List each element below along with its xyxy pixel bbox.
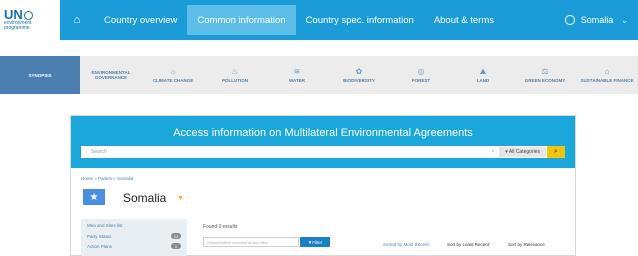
finance-icon: ⌂ — [604, 67, 610, 76]
sort-relevance[interactable]: Sort by Relevance — [508, 242, 545, 247]
category-select[interactable]: ▾ All Categories — [499, 147, 546, 157]
mea-panel: Access information on Multilateral Envir… — [70, 115, 576, 256]
topic-environmental-governance[interactable]: ENVIRONMENTAL GOVERNANCE — [80, 56, 142, 94]
search-icon[interactable]: ⌕ — [547, 146, 565, 158]
country-selector[interactable]: Somalia ⌄ — [564, 15, 638, 25]
sidebar-title[interactable]: Mea and Sites list — [87, 223, 123, 228]
nav-common-information[interactable]: Common information — [187, 5, 296, 35]
logo-subtitle-2: programme — [4, 25, 30, 31]
results-count: Found 0 results — [203, 224, 238, 230]
filter-button[interactable]: ▼ Filter — [300, 237, 330, 247]
forest-icon: ◎ — [417, 67, 425, 76]
flag-star-icon: ★ — [89, 191, 99, 203]
topic-forest[interactable]: ◎ FOREST — [390, 56, 452, 94]
sidebar-item-action-plans[interactable]: Action Plans — [87, 244, 112, 249]
search-bar: Search × ▾ All Categories ⌕ — [81, 146, 565, 158]
home-icon[interactable]: ⌂ — [60, 0, 94, 40]
sidebar-item-party-status[interactable]: Party Status — [87, 234, 112, 239]
topic-water[interactable]: ≋ WATER — [266, 56, 328, 94]
globe-icon — [564, 15, 575, 25]
topic-biodiversity[interactable]: ✿ BIODIVERSITY — [328, 56, 390, 94]
sort-most-recent[interactable]: Sorted by Most Recent — [383, 242, 429, 247]
filter-input[interactable]: Search within documents and files — [203, 237, 299, 247]
topic-climate-change[interactable]: ☼ CLIMATE CHANGE — [142, 56, 204, 94]
un-emblem-icon — [23, 11, 33, 21]
page-title: Somalia — [123, 191, 167, 205]
hero-title: Access information on Multilateral Envir… — [173, 127, 473, 139]
topic-land[interactable]: ⛰ LAND — [452, 56, 514, 94]
caret-down-icon[interactable]: ▼ — [177, 195, 184, 202]
water-icon: ≋ — [293, 67, 301, 76]
land-icon: ⛰ — [479, 67, 487, 76]
sort-least-recent[interactable]: Sort by Least Recent — [447, 242, 489, 247]
country-flag: ★ — [83, 189, 105, 205]
topic-sustainable-finance[interactable]: ⌂ SUSTAINABLE FINANCE — [576, 56, 638, 94]
hero-banner: Access information on Multilateral Envir… — [71, 116, 575, 168]
green-economy-icon: ⚖ — [541, 67, 549, 76]
nav-about-terms[interactable]: About & terms — [424, 0, 504, 40]
climate-icon: ☼ — [169, 67, 177, 76]
nav-country-spec-information[interactable]: Country spec. information — [296, 0, 424, 40]
top-navigation: UN environment programme ⌂ Country overv… — [0, 0, 638, 40]
topic-navigation: SYNOPSIS ENVIRONMENTAL GOVERNANCE ☼ CLIMA… — [0, 56, 638, 94]
count-badge: 23 — [171, 233, 181, 239]
topic-synopsis[interactable]: SYNOPSIS — [0, 56, 80, 94]
chevron-down-icon: ⌄ — [621, 15, 628, 25]
unep-logo[interactable]: UN environment programme — [0, 0, 60, 40]
search-input[interactable]: Search — [81, 149, 491, 155]
count-badge: 0 — [171, 243, 181, 249]
breadcrumb[interactable]: Home » Parties » Somalia — [81, 176, 133, 181]
sidebar-filter: Mea and Sites list Party Status 23 Actio… — [81, 219, 187, 256]
biodiversity-icon: ✿ — [355, 67, 363, 76]
pollution-icon: ♨ — [231, 67, 239, 76]
clear-search-icon[interactable]: × — [491, 149, 494, 155]
topic-pollution[interactable]: ♨ POLLUTION — [204, 56, 266, 94]
country-selector-label: Somalia — [580, 15, 614, 25]
nav-country-overview[interactable]: Country overview — [94, 0, 187, 40]
topic-green-economy[interactable]: ⚖ GREEN ECONOMY — [514, 56, 576, 94]
